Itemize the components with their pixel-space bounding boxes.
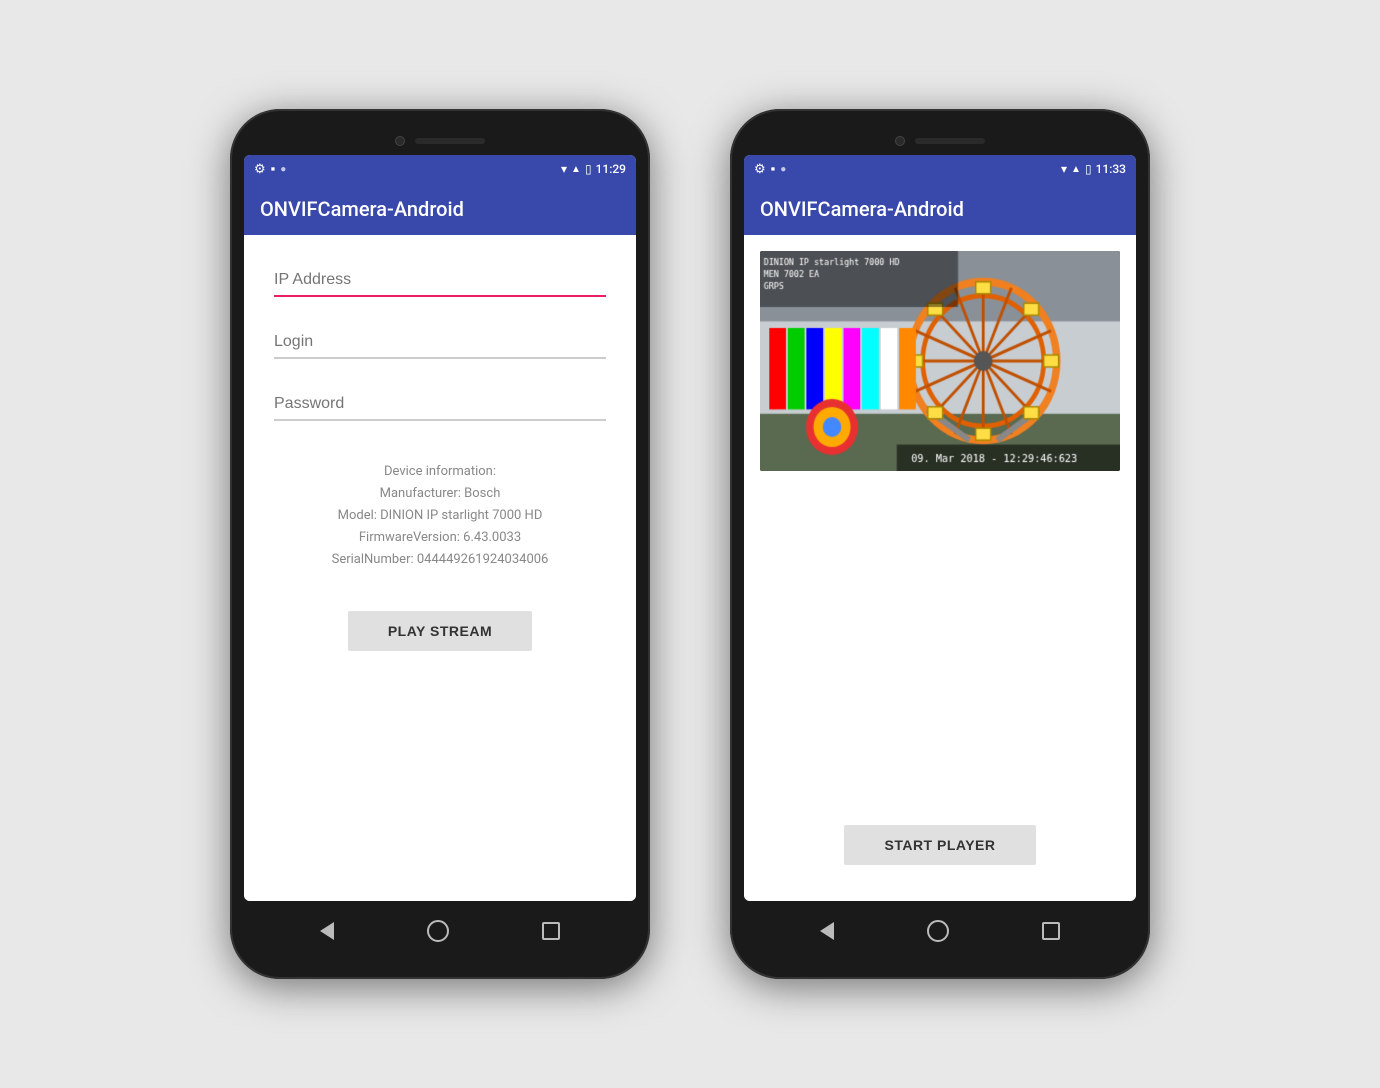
phone2-battery-icon: ▯ [1085, 162, 1092, 176]
phone1-nav-bar [244, 901, 636, 961]
password-group [274, 389, 606, 421]
sim-icon: ▪ [271, 161, 276, 177]
phone2-nav-bar [744, 901, 1136, 961]
phone2-gear-icon: ⚙ [754, 162, 766, 177]
phone2-time: 11:33 [1096, 162, 1126, 176]
phone1: ⚙ ▪ ● ▾ ▲ ▯ 11:29 ONVIFCamera-Android [230, 109, 650, 979]
login-input[interactable] [274, 327, 606, 359]
phone1-time: 11:29 [596, 162, 626, 176]
phone2-status-right: ▾ ▲ ▯ 11:33 [1061, 162, 1126, 176]
back-icon [320, 922, 334, 940]
ip-address-group [274, 265, 606, 297]
phone1-screen: ⚙ ▪ ● ▾ ▲ ▯ 11:29 ONVIFCamera-Android [244, 155, 636, 901]
phone2-home-icon [927, 920, 949, 942]
phone2-recent-button[interactable] [1042, 922, 1060, 940]
phone1-app-bar: ONVIFCamera-Android [244, 183, 636, 235]
phone2-content: START PLAYER [744, 235, 1136, 901]
stream-canvas [760, 251, 1120, 471]
login-group [274, 327, 606, 359]
back-button[interactable] [320, 922, 334, 940]
status-right-info: ▾ ▲ ▯ 11:29 [561, 162, 626, 176]
ip-address-input[interactable] [274, 265, 606, 297]
phone2-wifi-icon: ▾ [1061, 162, 1067, 176]
phone2-top-bar [744, 127, 1136, 155]
password-input[interactable] [274, 389, 606, 421]
signal-icon: ▲ [571, 164, 581, 175]
phone2-app-title: ONVIFCamera-Android [760, 197, 964, 221]
circle-status-icon: ● [280, 164, 286, 175]
recent-button[interactable] [542, 922, 560, 940]
phone2-home-button[interactable] [927, 920, 949, 942]
phone2-sim-icon: ▪ [771, 161, 776, 177]
phone2-back-icon [820, 922, 834, 940]
phone2-status-left: ⚙ ▪ ● [754, 161, 786, 177]
device-info-text: Device information: Manufacturer: Bosch … [274, 461, 606, 571]
stream-container [760, 251, 1120, 471]
wifi-icon: ▾ [561, 162, 567, 176]
phone1-status-bar: ⚙ ▪ ● ▾ ▲ ▯ 11:29 [244, 155, 636, 183]
phone2-signal-icon: ▲ [1071, 164, 1081, 175]
speaker-bar [415, 138, 485, 144]
phone2-status-bar: ⚙ ▪ ● ▾ ▲ ▯ 11:33 [744, 155, 1136, 183]
phone1-top-bar [244, 127, 636, 155]
phone1-wrapper: ⚙ ▪ ● ▾ ▲ ▯ 11:29 ONVIFCamera-Android [230, 109, 650, 979]
phone2-speaker-bar [915, 138, 985, 144]
recent-icon [542, 922, 560, 940]
phone2: ⚙ ▪ ● ▾ ▲ ▯ 11:33 ONVIFCamera-Android [730, 109, 1150, 979]
phone2-camera-dot [895, 136, 905, 146]
start-player-row: START PLAYER [744, 825, 1136, 885]
camera-dot [395, 136, 405, 146]
phone2-circle-icon: ● [780, 164, 786, 175]
gear-icon: ⚙ [254, 162, 266, 177]
phone2-screen: ⚙ ▪ ● ▾ ▲ ▯ 11:33 ONVIFCamera-Android [744, 155, 1136, 901]
phone2-wrapper: ⚙ ▪ ● ▾ ▲ ▯ 11:33 ONVIFCamera-Android [730, 109, 1150, 979]
start-player-button[interactable]: START PLAYER [844, 825, 1035, 865]
phone1-app-title: ONVIFCamera-Android [260, 197, 464, 221]
phone2-recent-icon [1042, 922, 1060, 940]
phone2-back-button[interactable] [820, 922, 834, 940]
play-stream-button[interactable]: PLAY STREAM [348, 611, 532, 651]
home-icon [427, 920, 449, 942]
home-button[interactable] [427, 920, 449, 942]
battery-icon: ▯ [585, 162, 592, 176]
phone1-content: Device information: Manufacturer: Bosch … [244, 235, 636, 901]
status-left-icons: ⚙ ▪ ● [254, 161, 286, 177]
phone2-app-bar: ONVIFCamera-Android [744, 183, 1136, 235]
